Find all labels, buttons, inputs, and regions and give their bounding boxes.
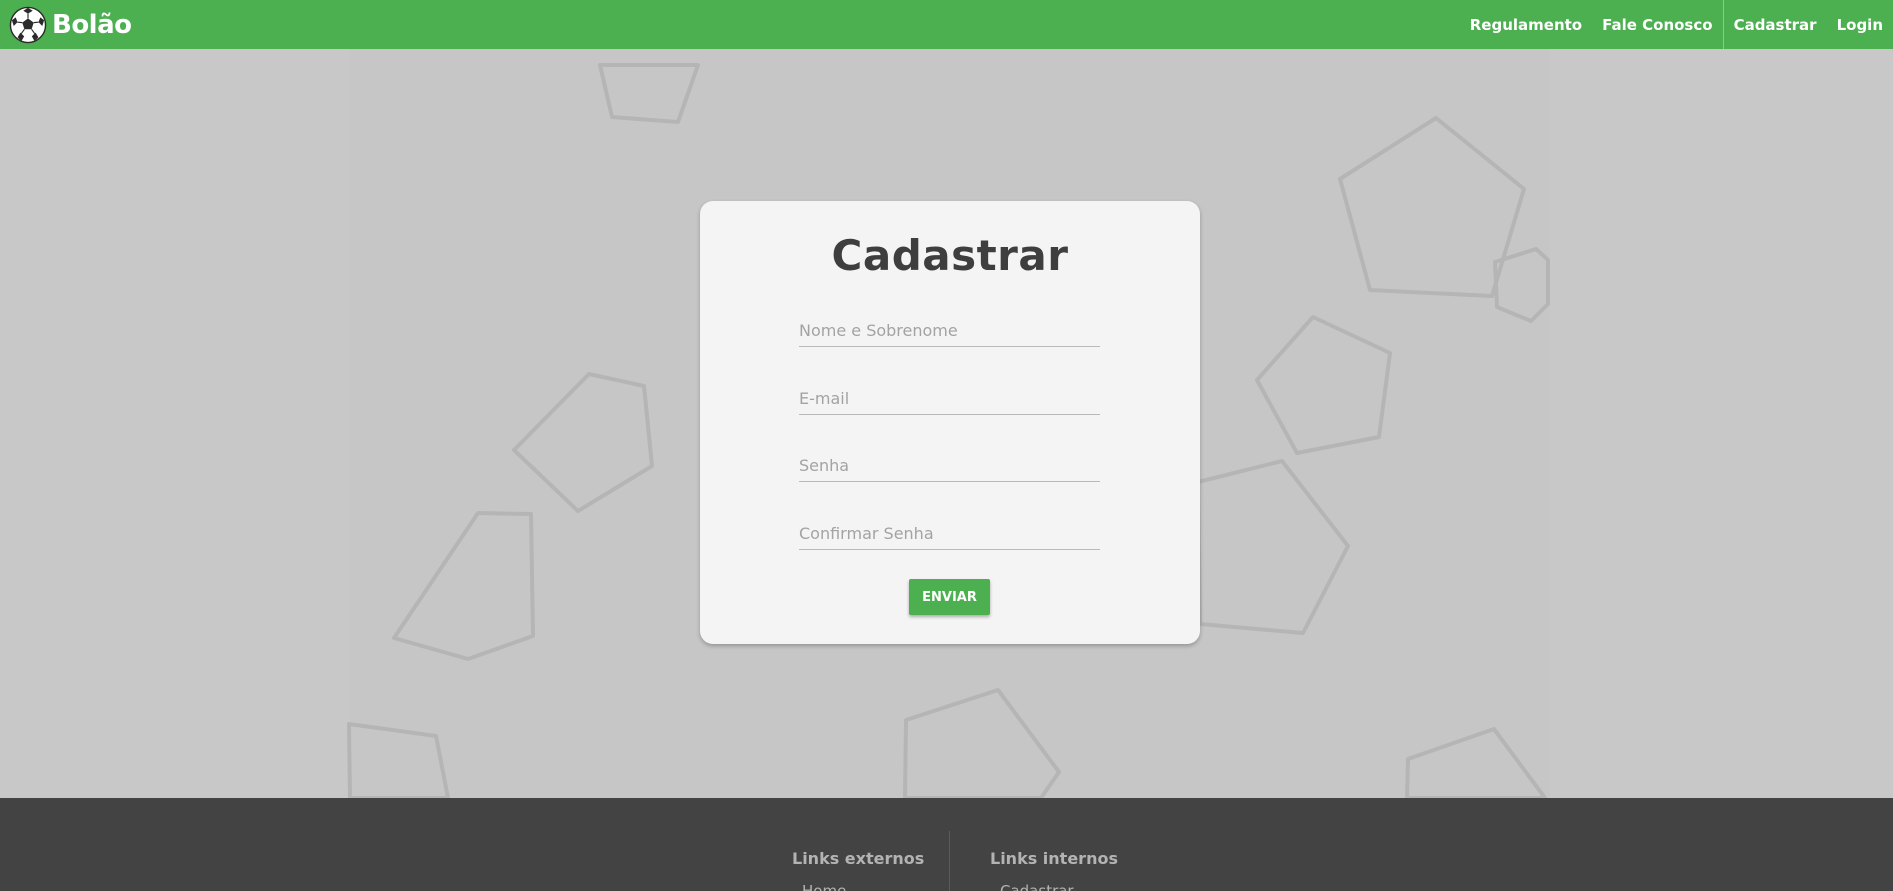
nav-cadastrar[interactable]: Cadastrar <box>1724 0 1827 49</box>
submit-button[interactable]: ENVIAR <box>909 579 990 615</box>
nav-login[interactable]: Login <box>1827 0 1893 49</box>
footer-link-home[interactable]: Home <box>802 882 924 891</box>
email-field[interactable] <box>799 381 1100 415</box>
register-card: Cadastrar ENVIAR <box>700 201 1200 644</box>
brand-name: Bolão <box>52 9 132 40</box>
footer-divider <box>949 831 950 891</box>
page-title: Cadastrar <box>831 231 1069 280</box>
nav-links: Regulamento Fale Conosco Cadastrar Login <box>1460 0 1893 49</box>
nav-regulamento[interactable]: Regulamento <box>1460 0 1592 49</box>
brand[interactable]: Bolão <box>0 0 132 49</box>
footer-link-cadastrar[interactable]: Cadastrar <box>1000 882 1118 891</box>
footer-internal-links: Links internos Cadastrar <box>990 849 1118 891</box>
footer-external-heading: Links externos <box>792 849 925 868</box>
footer: Links externos Home Links internos Cadas… <box>0 798 1893 891</box>
soccer-ball-icon <box>9 6 47 44</box>
confirm-password-field[interactable] <box>799 516 1100 550</box>
nav-fale-conosco[interactable]: Fale Conosco <box>1592 0 1722 49</box>
main-area: Cadastrar ENVIAR <box>0 49 1893 798</box>
footer-external-links: Links externos Home <box>792 849 924 891</box>
footer-internal-heading: Links internos <box>990 849 1118 868</box>
password-field[interactable] <box>799 448 1100 482</box>
navbar: Bolão Regulamento Fale Conosco Cadastrar… <box>0 0 1893 49</box>
name-field[interactable] <box>799 313 1100 347</box>
